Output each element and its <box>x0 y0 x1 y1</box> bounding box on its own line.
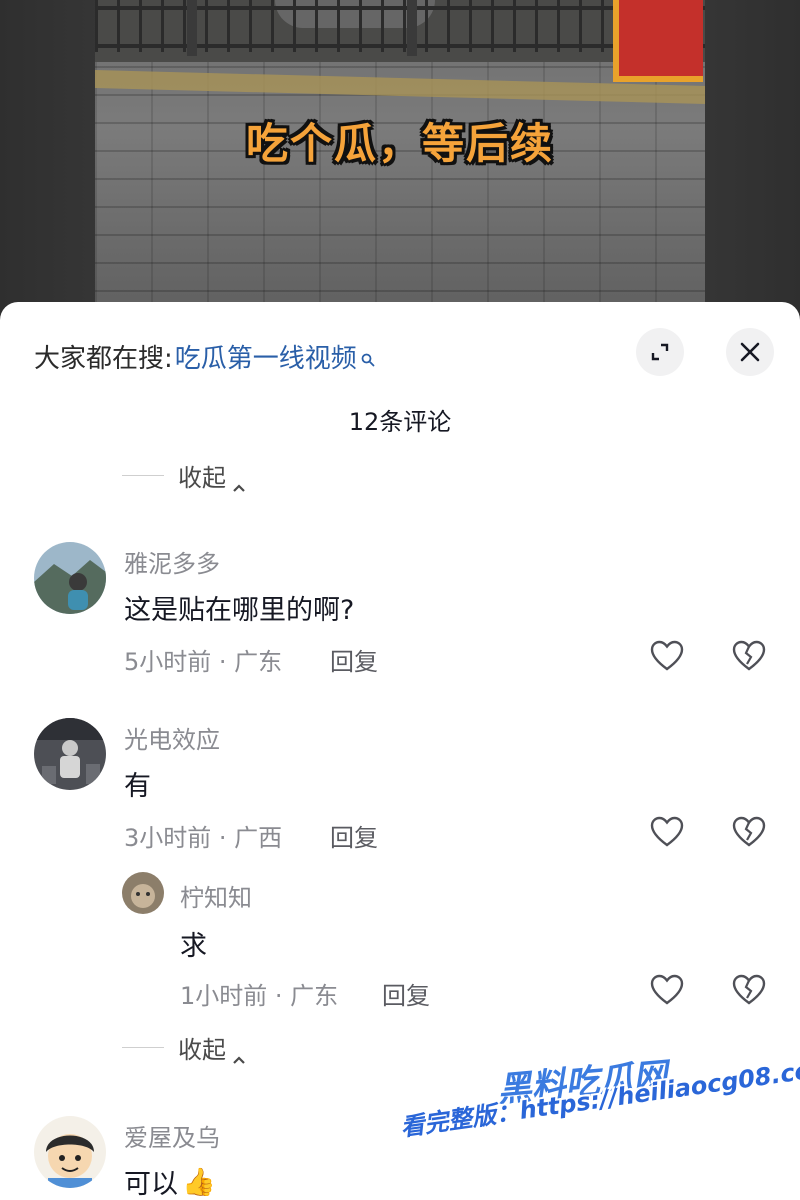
collapse-label: 收起 <box>178 464 226 492</box>
comment-author[interactable]: 爱屋及乌 <box>124 1118 220 1153</box>
divider-line <box>122 475 164 476</box>
comment-meta: 5小时前 · 广东 <box>124 648 283 676</box>
reply-button[interactable]: 回复 <box>330 642 378 677</box>
broken-heart-icon[interactable] <box>732 974 766 1006</box>
comment-text-row: 可以 👍 <box>124 1162 216 1200</box>
comment-sheet: 大家都在搜: 吃瓜第一线视频 12条评论 收起 雅泥多多 这是贴在哪里的啊? 5… <box>0 302 800 1200</box>
avatar[interactable] <box>122 872 164 914</box>
fence-post <box>407 0 417 56</box>
close-button[interactable] <box>726 328 774 376</box>
reply-button[interactable]: 回复 <box>382 976 430 1011</box>
trending-search-row[interactable]: 大家都在搜: 吃瓜第一线视频 <box>34 338 375 375</box>
reply-button[interactable]: 回复 <box>330 818 378 853</box>
comment-text: 可以 <box>124 1169 178 1200</box>
video-caption: 吃个瓜，等后续 <box>245 119 554 168</box>
comment-count-title: 12条评论 <box>348 408 452 436</box>
chevron-up-icon <box>232 1043 246 1064</box>
collapse-replies-button[interactable]: 收起 <box>122 1030 246 1065</box>
thumbs-up-icon: 👍 <box>182 1166 216 1198</box>
divider-line <box>122 1047 164 1048</box>
video-player-area[interactable]: 吃个瓜，等后续 <box>0 0 800 320</box>
collapse-replies-button[interactable]: 收起 <box>122 458 246 493</box>
trending-search-term[interactable]: 吃瓜第一线视频 <box>175 338 357 375</box>
close-icon <box>740 342 760 362</box>
broken-heart-icon[interactable] <box>732 816 766 848</box>
chevron-up-icon <box>232 471 246 492</box>
comment-author[interactable]: 光电效应 <box>124 720 220 755</box>
fence-post <box>187 0 197 56</box>
comment-meta: 3小时前 · 广西 <box>124 824 283 852</box>
expand-button[interactable] <box>636 328 684 376</box>
avatar[interactable] <box>34 542 106 614</box>
comment-meta: 1小时前 · 广东 <box>180 982 339 1010</box>
heart-icon[interactable] <box>650 816 684 848</box>
comment-text: 有 <box>124 771 151 802</box>
collapse-label: 收起 <box>178 1036 226 1064</box>
trending-search-label: 大家都在搜: <box>34 344 173 374</box>
avatar[interactable] <box>34 718 106 790</box>
avatar[interactable] <box>34 1116 106 1188</box>
comment-author[interactable]: 柠知知 <box>180 878 252 913</box>
comment-text: 求 <box>180 931 207 962</box>
heart-icon[interactable] <box>650 974 684 1006</box>
heart-icon[interactable] <box>650 640 684 672</box>
broken-heart-icon[interactable] <box>732 640 766 672</box>
video-frame: 吃个瓜，等后续 <box>95 0 705 320</box>
comment-author[interactable]: 雅泥多多 <box>124 544 220 579</box>
expand-icon <box>651 343 669 361</box>
search-icon <box>361 344 375 366</box>
comment-text: 这是贴在哪里的啊? <box>124 595 355 626</box>
red-trash-bin <box>613 0 703 82</box>
